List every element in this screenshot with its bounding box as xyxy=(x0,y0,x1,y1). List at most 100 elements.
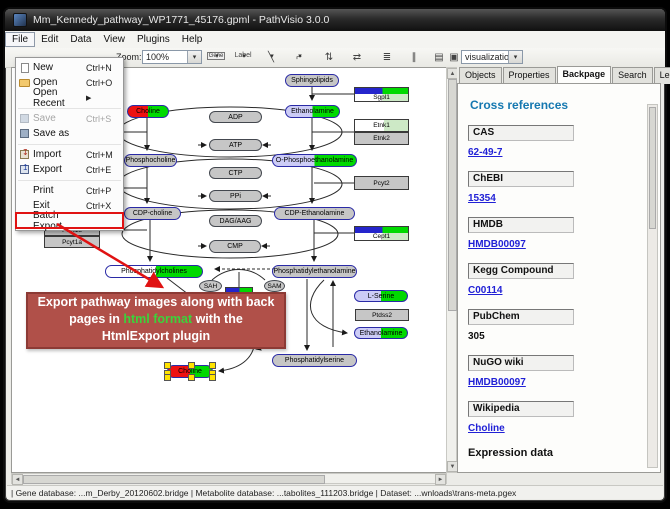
selection-handle[interactable] xyxy=(164,374,171,381)
menu-view[interactable]: View xyxy=(97,33,131,46)
node-ethanolamine[interactable]: Ethanolamine xyxy=(285,105,340,118)
tab-properties[interactable]: Properties xyxy=(503,67,556,84)
menu-item-open-recent[interactable]: Open Recent ▶ xyxy=(16,90,123,105)
scroll-left-icon[interactable]: ◄ xyxy=(12,474,23,485)
scrollbar-thumb[interactable] xyxy=(448,79,457,311)
node-ethanolamine-2[interactable]: Ethanolamine xyxy=(354,327,408,339)
scroll-right-icon[interactable]: ► xyxy=(435,474,446,485)
gene-box-sgpl1[interactable]: Sgpl1 xyxy=(354,87,409,102)
backpage-section-nugo: NuGO wiki HMDB00097 xyxy=(468,355,660,388)
stack-vertical-button[interactable]: ≣ xyxy=(379,50,395,67)
gene-box-pcyt2[interactable]: Pcyt2 xyxy=(354,176,409,190)
crossref-link[interactable]: 62-49-7 xyxy=(468,147,660,158)
selection-handle[interactable] xyxy=(164,362,171,369)
gene-box-pcyt1a[interactable]: Pcyt1a xyxy=(44,236,100,248)
node-sphingolipids[interactable]: Sphingolipids xyxy=(285,74,339,87)
scrollbar-thumb[interactable] xyxy=(649,107,656,229)
section-header: Kegg Compound xyxy=(468,263,574,279)
align-horizontal-button[interactable]: ⇄ xyxy=(349,50,365,67)
scrollbar-thumb[interactable] xyxy=(23,475,325,484)
node-ctp[interactable]: CTP xyxy=(209,167,262,179)
stack-horizontal-icon: ∥ xyxy=(412,52,417,63)
menu-plugins[interactable]: Plugins xyxy=(131,33,176,46)
highlighted-text: html format xyxy=(123,312,192,326)
node-atp[interactable]: ATP xyxy=(209,139,262,151)
selection-handle[interactable] xyxy=(209,374,216,381)
backpage-section-cas: CAS 62-49-7 xyxy=(468,125,660,158)
gene-datanode-button[interactable]: Gene ▾ xyxy=(208,50,224,67)
visualization-combo[interactable]: visualization ▾ xyxy=(461,50,523,64)
node-adp[interactable]: ADP xyxy=(209,111,262,123)
zoom-combo[interactable]: 100% ▾ xyxy=(142,50,202,64)
menu-data[interactable]: Data xyxy=(64,33,97,46)
common-bounds-button[interactable]: ▣ xyxy=(446,50,462,67)
tab-legend[interactable]: Legend xyxy=(654,67,670,84)
menu-file[interactable]: File xyxy=(5,32,35,47)
gene-dropdown-icon[interactable]: ▾ xyxy=(215,52,219,60)
menu-separator xyxy=(18,141,121,145)
new-document-icon xyxy=(21,63,29,73)
scale-button[interactable]: ▤ xyxy=(431,50,447,67)
stack-vertical-icon: ≣ xyxy=(383,52,391,63)
section-header: Wikipedia xyxy=(468,401,574,417)
node-dag[interactable]: DAG/AAG xyxy=(209,215,262,227)
section-header: NuGO wiki xyxy=(468,355,574,371)
node-choline-selected[interactable]: Choline xyxy=(167,365,213,378)
backpage-section-wikipedia: Wikipedia Choline xyxy=(468,401,660,434)
menu-edit[interactable]: Edit xyxy=(35,33,64,46)
tab-search[interactable]: Search xyxy=(612,67,653,84)
backpage-section-kegg: Kegg Compound C00114 xyxy=(468,263,660,296)
node-cmp[interactable]: CMP xyxy=(209,240,261,253)
menu-item-import[interactable]: ImportCtrl+M xyxy=(16,147,123,162)
node-sam[interactable]: SAM xyxy=(264,280,285,292)
menu-item-print[interactable]: PrintCtrl+P xyxy=(16,183,123,198)
canvas-vertical-scrollbar[interactable]: ▲ ▼ xyxy=(446,67,457,473)
crossref-link[interactable]: C00114 xyxy=(468,285,660,296)
node-l-serine[interactable]: L-Serine xyxy=(354,290,408,302)
section-header: ChEBI xyxy=(468,171,574,187)
canvas-horizontal-scrollbar[interactable]: ◄ ► xyxy=(11,473,447,484)
crossref-link[interactable]: HMDB00097 xyxy=(468,239,660,250)
selection-handle[interactable] xyxy=(188,362,195,369)
node-phosphatidylethanolamine[interactable]: Phosphatidylethanolamine xyxy=(272,265,357,278)
node-ppi[interactable]: PPi xyxy=(209,190,262,202)
zoom-combo-arrow-icon[interactable]: ▾ xyxy=(187,51,201,63)
gene-box-cept1[interactable]: Cept1 xyxy=(354,226,409,241)
connector-tool-button[interactable]: ⌐ ▾ xyxy=(291,50,307,67)
menu-item-new[interactable]: NewCtrl+N xyxy=(16,60,123,75)
menu-help[interactable]: Help xyxy=(176,33,209,46)
menu-item-save[interactable]: SaveCtrl+S xyxy=(16,111,123,126)
visualization-combo-arrow-icon[interactable]: ▾ xyxy=(508,51,522,63)
stack-horizontal-button[interactable]: ∥ xyxy=(406,50,422,67)
crossref-link[interactable]: Choline xyxy=(468,423,660,434)
align-horizontal-icon: ⇄ xyxy=(353,52,361,63)
menu-item-batch-export[interactable]: Batch Export xyxy=(16,213,123,228)
node-phosphatidylserine[interactable]: Phosphatidylserine xyxy=(272,354,357,367)
label-dropdown-icon[interactable]: ▾ xyxy=(242,52,246,60)
title-bar[interactable]: Mm_Kennedy_pathway_WP1771_45176.gpml - P… xyxy=(5,9,665,31)
node-sah[interactable]: SAH xyxy=(199,280,222,292)
node-choline[interactable]: Choline xyxy=(127,105,169,118)
line-tool-button[interactable]: ╲ ▾ xyxy=(263,50,279,67)
menu-item-save-as[interactable]: Save as xyxy=(16,126,123,141)
node-phosphatidylcholines[interactable]: Phosphatidylcholines xyxy=(105,265,203,278)
tab-objects[interactable]: Objects xyxy=(459,67,502,84)
crossref-link[interactable]: 15354 xyxy=(468,193,660,204)
node-o-phosphoethanolamine[interactable]: O-Phosphoethanolamine xyxy=(272,154,357,167)
selection-handle[interactable] xyxy=(188,374,195,381)
gene-box-ptdss2[interactable]: Ptdss2 xyxy=(355,309,409,321)
menu-item-export[interactable]: ExportCtrl+E xyxy=(16,162,123,177)
line-dropdown-icon[interactable]: ▾ xyxy=(270,52,274,60)
connector-dropdown-icon[interactable]: ▾ xyxy=(298,52,302,60)
selection-handle[interactable] xyxy=(209,362,216,369)
crossref-link[interactable]: HMDB00097 xyxy=(468,377,660,388)
node-cdp-choline[interactable]: CDP-choline xyxy=(124,207,181,220)
node-phosphocholine[interactable]: Phosphocholine xyxy=(124,154,177,167)
node-cdp-ethanolamine[interactable]: CDP-Ethanolamine xyxy=(274,207,355,220)
gene-box-etnk2[interactable]: Etnk2 xyxy=(354,132,409,145)
label-tool-button[interactable]: Label ▾ xyxy=(235,50,251,67)
align-vertical-button[interactable]: ⇅ xyxy=(321,50,337,67)
backpage-scrollbar[interactable] xyxy=(647,104,658,468)
gene-box-etnk1[interactable]: Etnk1 xyxy=(354,119,409,132)
window-title: Mm_Kennedy_pathway_WP1771_45176.gpml - P… xyxy=(33,14,329,26)
